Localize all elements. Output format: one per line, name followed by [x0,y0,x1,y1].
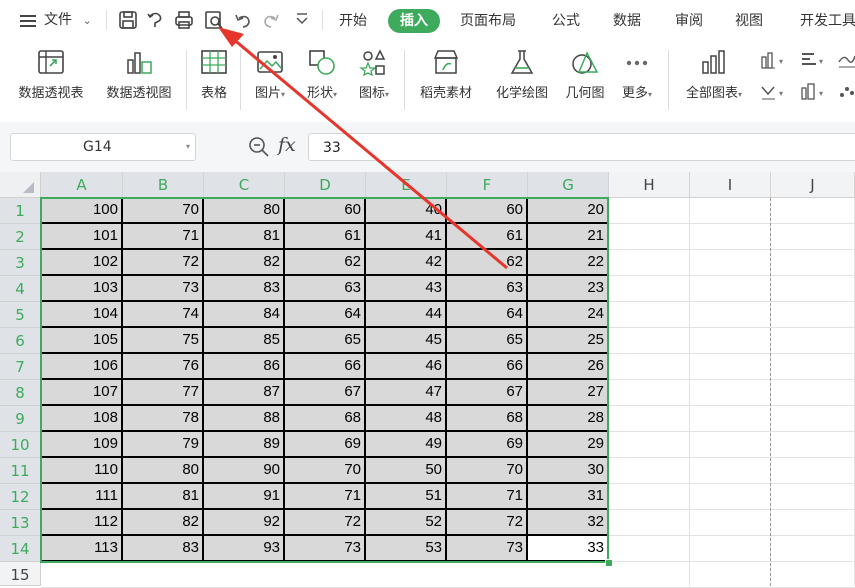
annotation-arrow [218,27,508,270]
